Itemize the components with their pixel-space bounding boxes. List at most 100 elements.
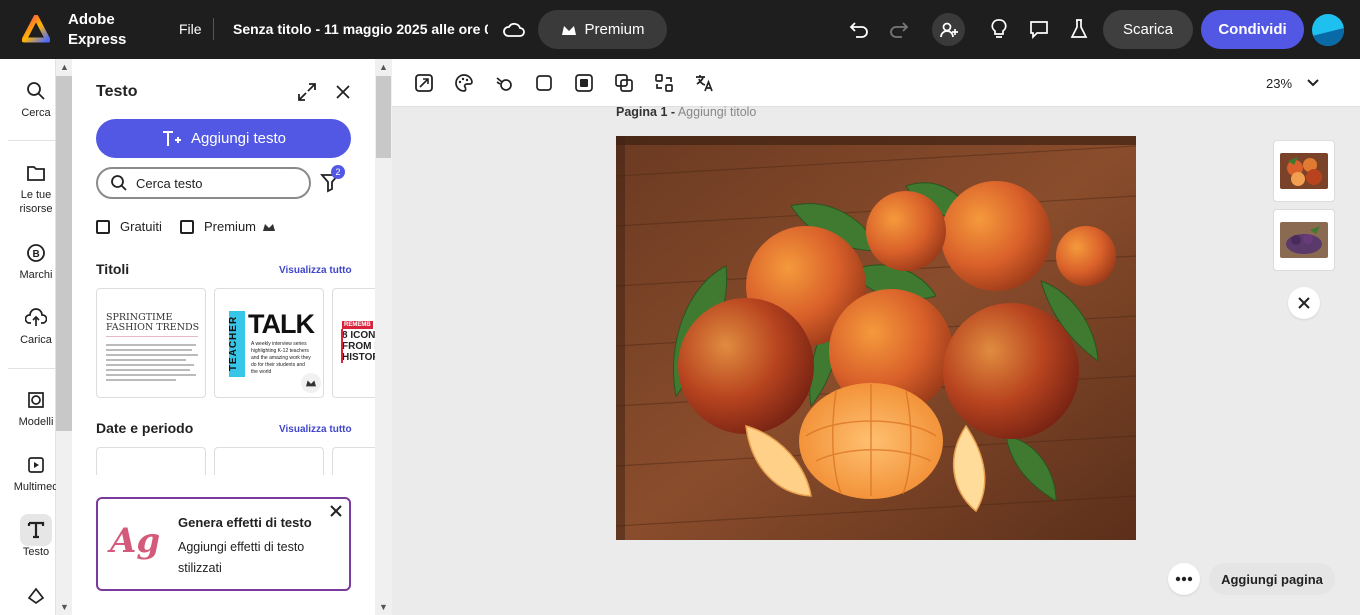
resize-icon[interactable] [413, 72, 435, 94]
translate-icon[interactable] [693, 72, 715, 94]
crown-icon [306, 380, 316, 387]
scroll-up-icon[interactable]: ▲ [60, 62, 69, 72]
panel-scrollbar[interactable]: ▲ ▼ [375, 59, 392, 615]
duplicate-icon[interactable] [613, 72, 635, 94]
rail-divider [8, 368, 56, 369]
flask-icon[interactable] [1067, 17, 1091, 41]
tile-desc: A weekly interview series highlighting K… [251, 341, 311, 375]
filter-premium-checkbox[interactable]: Premium [180, 219, 276, 234]
upload-icon [25, 308, 47, 326]
scroll-thumb[interactable] [56, 76, 72, 431]
premium-button[interactable]: Premium [538, 10, 667, 49]
file-menu[interactable]: File [179, 21, 202, 37]
heading-template-tile[interactable]: REMEMB 8 ICONI FROM I HISTOR [332, 288, 375, 398]
add-text-button[interactable]: Aggiungi testo [96, 119, 351, 158]
close-icon [1298, 297, 1310, 309]
text-icon [27, 521, 45, 539]
search-icon [27, 82, 45, 100]
section-title-dates: Date e periodo [96, 420, 194, 436]
avatar[interactable] [1312, 14, 1344, 46]
scroll-down-icon[interactable]: ▼ [60, 602, 69, 612]
shapes-icon [27, 587, 45, 605]
document-title[interactable]: Senza titolo - 11 maggio 2025 alle ore 0… [233, 21, 488, 37]
checkbox-box[interactable] [96, 219, 110, 234]
comment-icon[interactable] [1027, 17, 1051, 41]
gen-card-title: Genera effetti di testo [178, 515, 312, 530]
arrange-icon[interactable] [653, 72, 675, 94]
remove-page-button[interactable] [1288, 287, 1320, 319]
checkbox-label: Gratuiti [120, 219, 162, 234]
divider [213, 18, 214, 40]
see-all-headings-link[interactable]: Visualizza tutto [279, 265, 352, 276]
filter-free-checkbox[interactable]: Gratuiti [96, 219, 162, 234]
section-title-headings: Titoli [96, 261, 130, 277]
frame-icon[interactable] [533, 72, 555, 94]
tile-text: SPRINGTIME FASHION TRENDS [106, 312, 200, 333]
see-all-dates-link[interactable]: Visualizza tutto [279, 424, 352, 435]
gen-card-description: Aggiungi effetti di testo stilizzati [178, 540, 305, 575]
page-thumbnail-image [1280, 222, 1328, 258]
close-icon[interactable] [332, 81, 354, 103]
palette-icon[interactable] [453, 72, 475, 94]
rail-label: Le tue risorse [19, 189, 53, 215]
more-icon [1175, 576, 1193, 582]
brand-name: Adobe Express [68, 11, 127, 48]
generate-text-effects-card[interactable]: Ag Genera effetti di testo Aggiungi effe… [96, 497, 351, 591]
heading-template-tile[interactable]: SPRINGTIME FASHION TRENDS [96, 288, 206, 398]
rail-scrollbar[interactable]: ▲ ▼ [56, 59, 72, 615]
panel-title: Testo [96, 83, 138, 100]
search-field[interactable] [96, 167, 311, 199]
templates-icon [28, 392, 44, 408]
page-thumbnail-image [1280, 153, 1328, 189]
add-text-label: Aggiungi testo [190, 130, 287, 147]
filter-count-badge: 2 [331, 165, 345, 179]
scroll-thumb[interactable] [376, 76, 391, 158]
premium-badge [301, 373, 321, 393]
share-button[interactable]: Condividi [1201, 10, 1304, 49]
user-add-icon [939, 22, 958, 37]
page-number: Pagina 1 - [616, 105, 676, 119]
layers-icon[interactable] [573, 72, 595, 94]
tangerines-photo[interactable] [616, 136, 1136, 540]
chevron-down-icon[interactable] [1306, 75, 1320, 89]
undo-icon[interactable] [847, 17, 871, 41]
redo-icon[interactable] [887, 17, 911, 41]
expand-icon[interactable] [296, 81, 318, 103]
checkbox-box[interactable] [180, 219, 194, 234]
crown-icon [263, 223, 276, 231]
crown-icon [562, 25, 577, 35]
zoom-level[interactable]: 23% [1266, 76, 1292, 91]
svg-text:B: B [33, 249, 40, 260]
lightbulb-icon[interactable] [987, 17, 1011, 41]
page-thumbnail-2[interactable] [1273, 209, 1335, 271]
scroll-down-icon[interactable]: ▼ [379, 602, 388, 612]
search-icon [111, 175, 127, 191]
close-icon[interactable] [328, 503, 344, 519]
more-options-button[interactable] [1168, 563, 1200, 595]
heading-template-tile[interactable]: TEACHER TALK A weekly interview series h… [214, 288, 324, 398]
media-icon [28, 457, 44, 473]
invite-user-button[interactable] [932, 13, 965, 46]
date-template-tile[interactable] [214, 447, 324, 475]
page-title-input[interactable]: Aggiungi titolo [678, 105, 757, 119]
premium-label: Premium [584, 21, 645, 38]
tile-text: REMEMB [342, 321, 373, 329]
brand-icon: B [27, 244, 45, 262]
add-text-icon [162, 130, 181, 146]
search-input[interactable] [136, 175, 296, 191]
canvas-toolbar: 23% [392, 59, 1360, 107]
adobe-express-logo-icon[interactable] [22, 15, 50, 43]
scroll-up-icon[interactable]: ▲ [379, 62, 388, 72]
date-template-tile[interactable] [96, 447, 206, 475]
page-label: Pagina 1 - Aggiungi titolo [616, 105, 756, 119]
cloud-icon[interactable] [502, 19, 526, 41]
tile-word: TEACHER [228, 315, 240, 372]
download-button[interactable]: Scarica [1103, 10, 1193, 49]
animate-icon[interactable] [493, 72, 515, 94]
page-thumbnail-1[interactable] [1273, 140, 1335, 202]
rail-divider [8, 140, 56, 141]
date-template-tile[interactable] [332, 447, 375, 475]
add-page-button[interactable]: Aggiungi pagina [1209, 563, 1335, 595]
checkbox-label: Premium [204, 219, 257, 234]
tile-text: 8 ICONI FROM I HISTOR [342, 330, 375, 363]
